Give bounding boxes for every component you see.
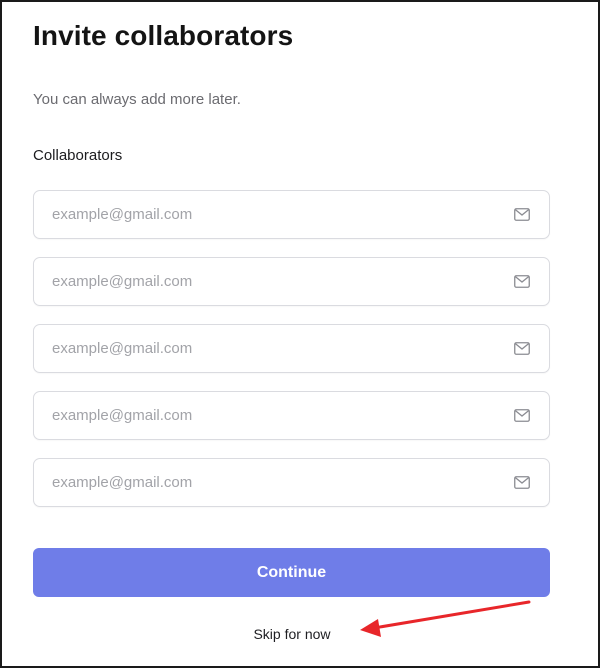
collaborator-email-input-1[interactable]: [34, 191, 549, 238]
mail-icon: [514, 208, 530, 221]
red-arrow-annotation: [360, 600, 531, 637]
mail-icon: [514, 342, 530, 355]
collaborator-email-field-1: [33, 190, 550, 239]
invite-dialog: Invite collaborators You can always add …: [0, 0, 600, 668]
collaborator-email-field-4: [33, 391, 550, 440]
mail-icon: [514, 476, 530, 489]
collaborator-email-input-4[interactable]: [34, 392, 549, 439]
mail-icon: [514, 275, 530, 288]
collaborator-email-field-2: [33, 257, 550, 306]
collaborators-label: Collaborators: [33, 147, 123, 164]
page-title: Invite collaborators: [33, 20, 294, 51]
continue-button[interactable]: Continue: [33, 548, 550, 597]
collaborator-email-list: [33, 190, 550, 525]
collaborator-email-field-3: [33, 324, 550, 373]
collaborator-email-field-5: [33, 458, 550, 507]
mail-icon: [514, 409, 530, 422]
page-subtitle: You can always add more later.: [33, 91, 241, 108]
collaborator-email-input-5[interactable]: [34, 459, 549, 506]
collaborator-email-input-3[interactable]: [34, 325, 549, 372]
collaborator-email-input-2[interactable]: [34, 258, 549, 305]
